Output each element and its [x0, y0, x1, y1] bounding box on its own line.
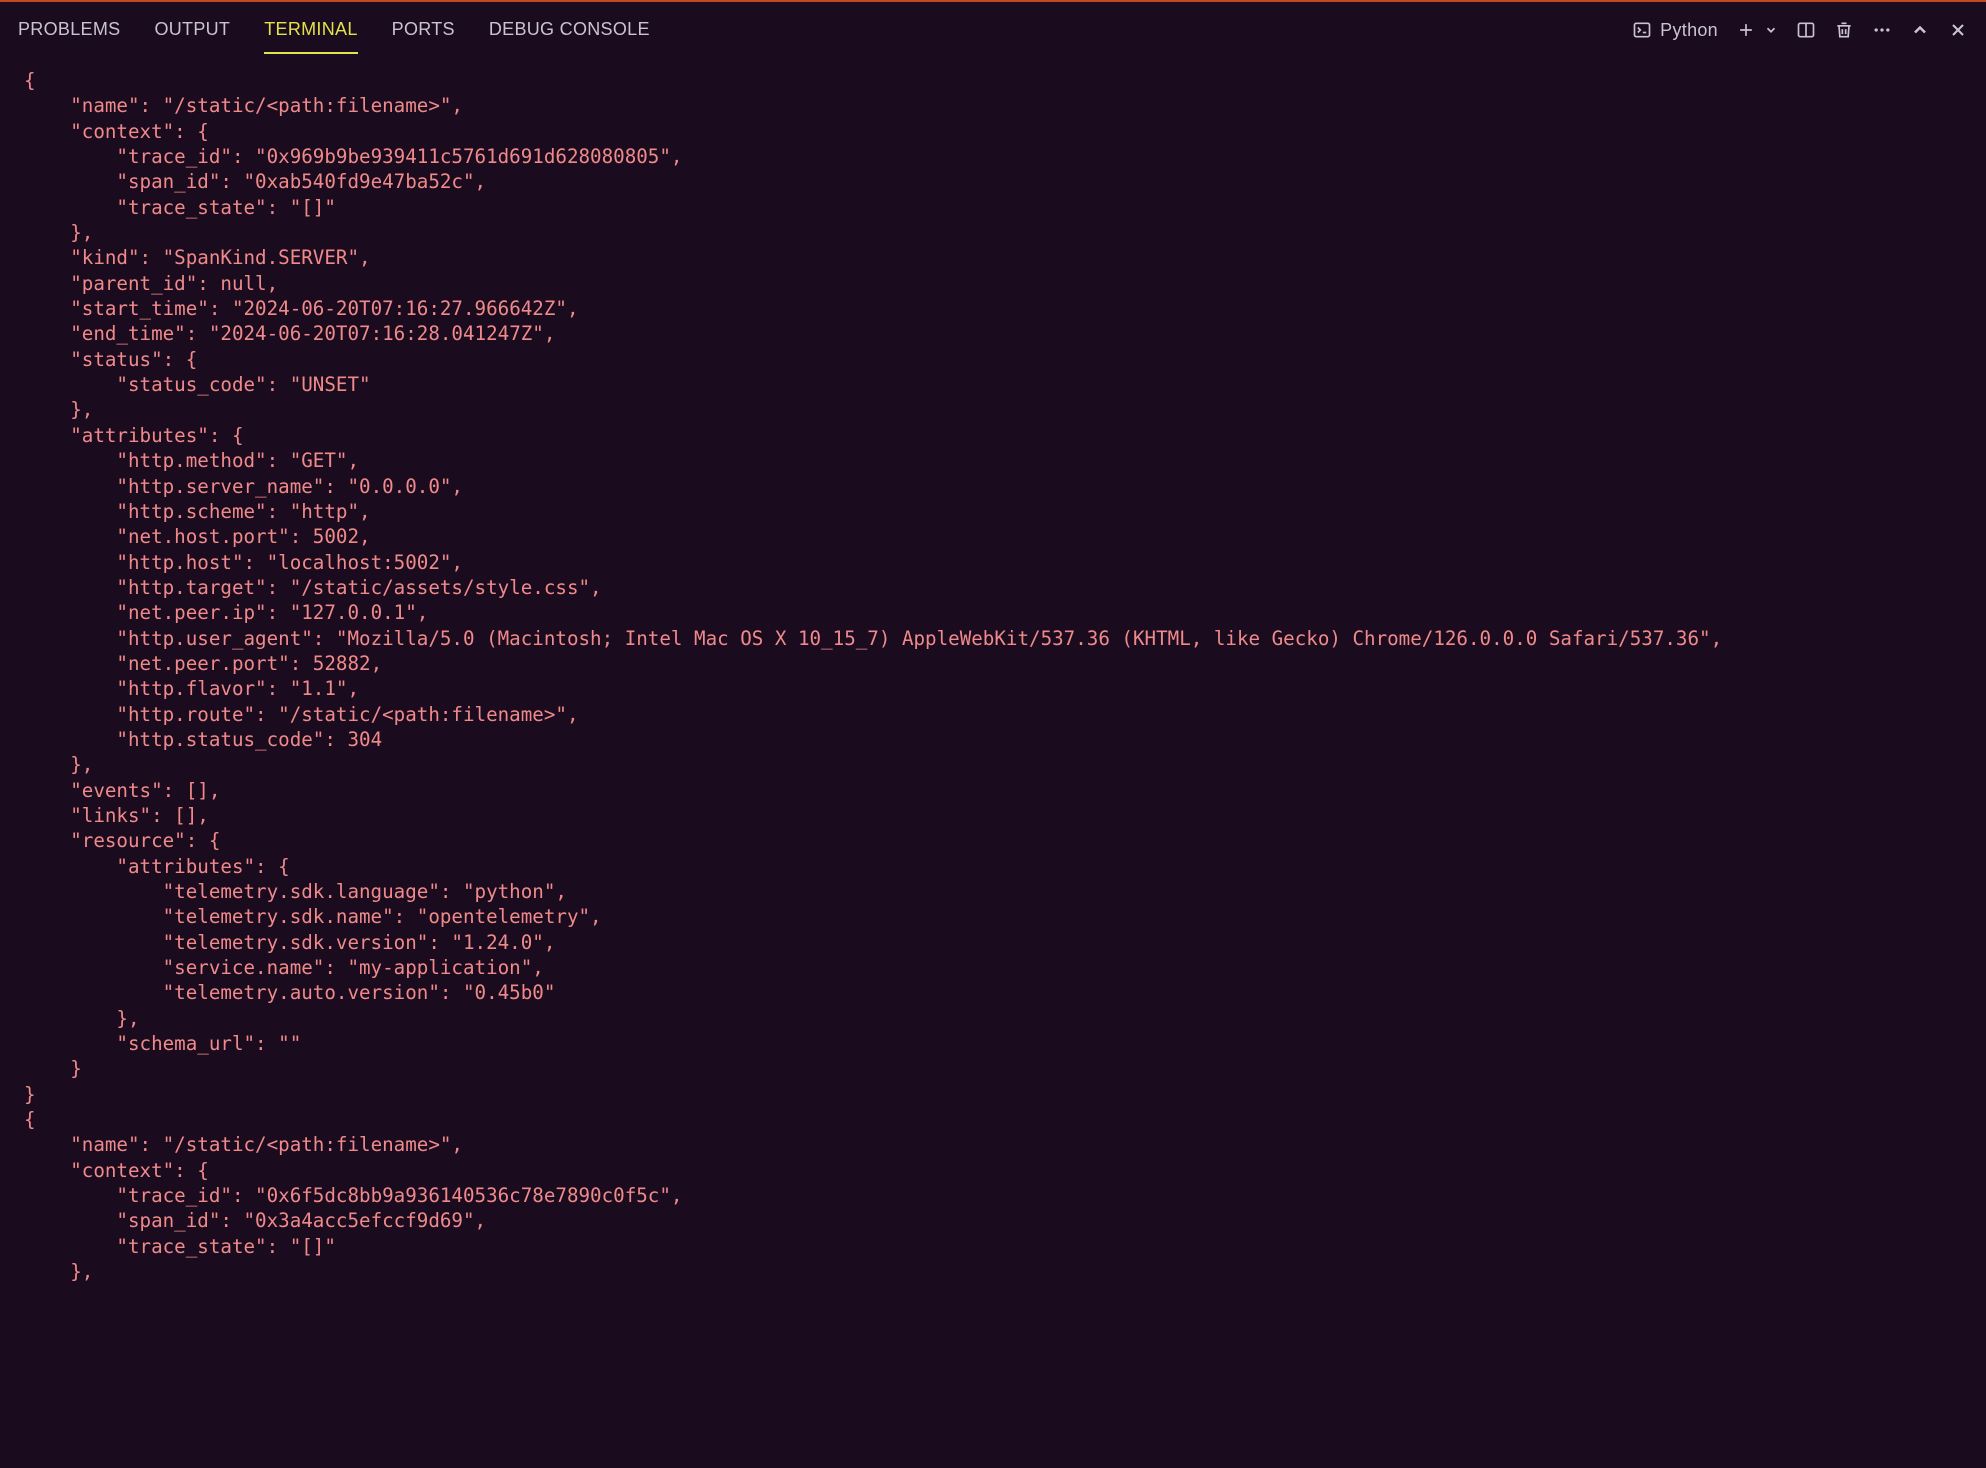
- panel-tab-bar: PROBLEMS OUTPUT TERMINAL PORTS DEBUG CON…: [0, 2, 1986, 58]
- terminal-profile-selector[interactable]: Python: [1632, 20, 1718, 41]
- terminal-controls: Python: [1632, 20, 1968, 41]
- terminal-icon: [1632, 20, 1652, 40]
- tab-problems[interactable]: PROBLEMS: [18, 7, 120, 54]
- maximize-panel-icon[interactable]: [1910, 20, 1930, 40]
- tab-output[interactable]: OUTPUT: [154, 7, 230, 54]
- tab-ports[interactable]: PORTS: [392, 7, 455, 54]
- more-actions-icon[interactable]: [1872, 20, 1892, 40]
- terminal-panel: PROBLEMS OUTPUT TERMINAL PORTS DEBUG CON…: [0, 0, 1986, 1468]
- new-terminal-icon[interactable]: [1736, 20, 1756, 40]
- terminal-viewport[interactable]: { "name": "/static/<path:filename>", "co…: [0, 58, 1986, 1468]
- tab-terminal[interactable]: TERMINAL: [264, 7, 357, 54]
- terminal-output-text: { "name": "/static/<path:filename>", "co…: [24, 68, 1962, 1285]
- close-panel-icon[interactable]: [1948, 20, 1968, 40]
- tab-debug-console[interactable]: DEBUG CONSOLE: [489, 7, 650, 54]
- kill-terminal-icon[interactable]: [1834, 20, 1854, 40]
- terminal-profile-label: Python: [1660, 20, 1718, 41]
- chevron-down-icon[interactable]: [1764, 23, 1778, 37]
- split-terminal-icon[interactable]: [1796, 20, 1816, 40]
